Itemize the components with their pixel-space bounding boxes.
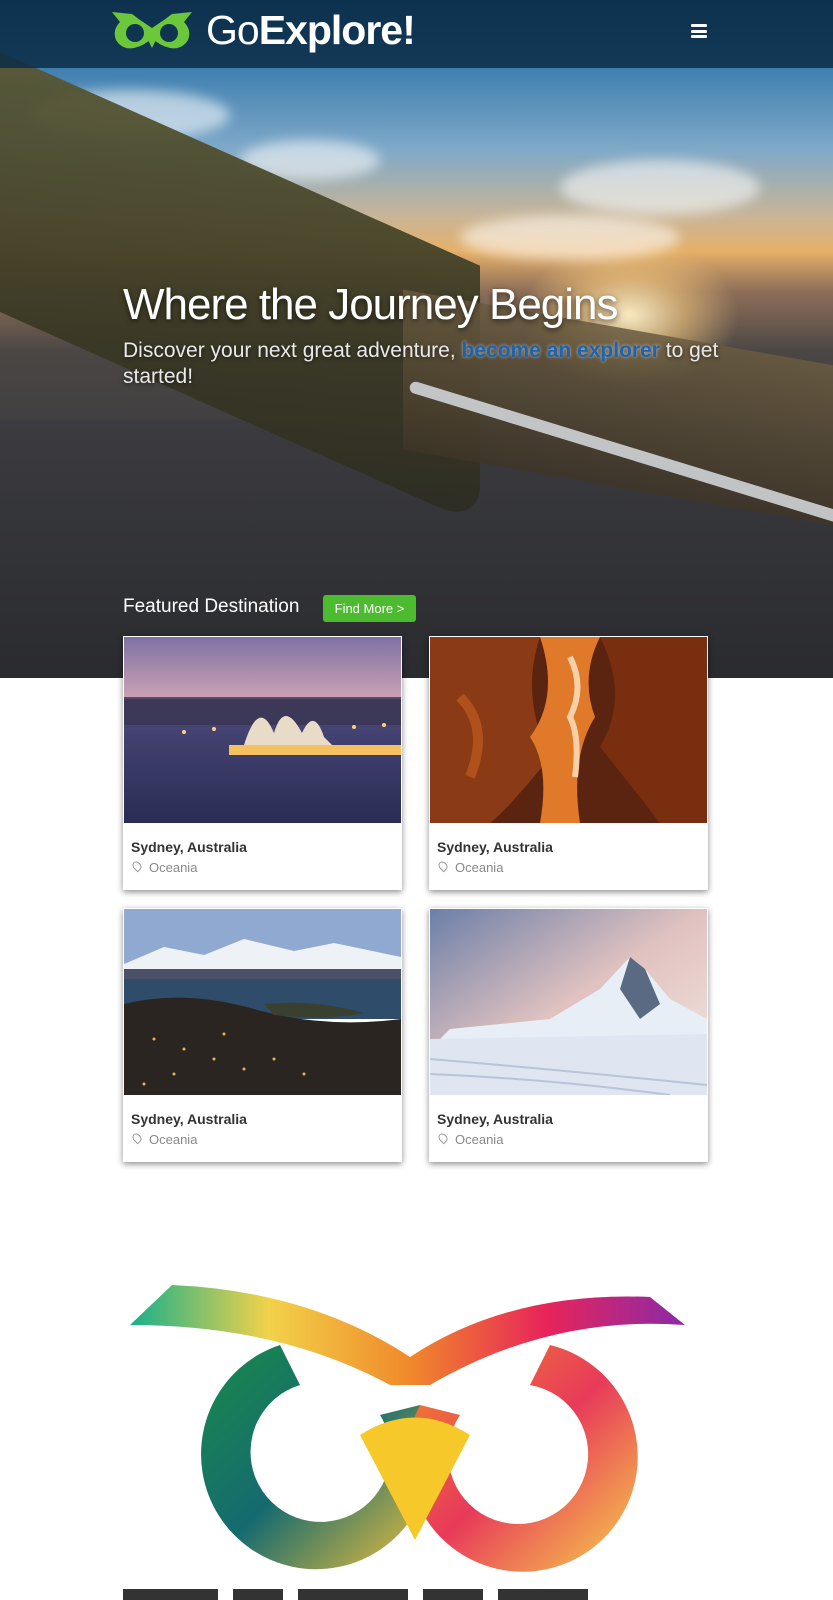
sydney-opera-house-photo [124,637,401,823]
owl-logo-icon [112,12,192,49]
brand-name-suffix: Explore! [258,7,416,53]
card-region: Oceania [130,1131,198,1147]
location-pin-icon [130,859,144,873]
card-region-label: Oceania [149,860,198,875]
lakeside-town-mountains-photo [124,909,401,1095]
bottom-cutoff-text [123,1585,723,1600]
card-region-label: Oceania [149,1132,198,1147]
card-region: Oceania [130,859,198,875]
card-title: Sydney, Australia [131,1111,247,1127]
brand-name: GoExplore! [206,7,416,53]
hero-cloud [460,215,680,260]
hero-headline: Where the Journey Begins [123,280,619,329]
location-pin-icon [130,1131,144,1145]
card-region: Oceania [436,1131,504,1147]
hero-subline-text: Discover your next great adventure, [123,339,462,362]
snowy-mountain-peak-photo [430,909,707,1095]
owl-logo-large-icon [130,1285,685,1572]
top-navbar: GoExplore! [0,0,833,68]
hero-cloud [560,160,760,215]
card-title: Sydney, Australia [437,839,553,855]
find-more-button[interactable]: Find More > [323,595,416,622]
card-region-label: Oceania [455,1132,504,1147]
destination-card[interactable]: Sydney, Australia Oceania [429,908,708,1162]
destination-card[interactable]: Sydney, Australia Oceania [429,636,708,890]
card-title: Sydney, Australia [131,839,247,855]
featured-heading: Featured Destination [123,596,300,617]
card-region: Oceania [436,859,504,875]
card-region-label: Oceania [455,860,504,875]
slot-canyon-photo [430,637,707,823]
hero-subline: Discover your next great adventure, beco… [123,338,723,390]
site-logo[interactable]: GoExplore! [110,7,416,53]
location-pin-icon [436,1131,450,1145]
location-pin-icon [436,859,450,873]
brand-name-prefix: Go [206,7,260,53]
card-title: Sydney, Australia [437,1111,553,1127]
destination-card[interactable]: Sydney, Australia Oceania [123,636,402,890]
destination-card[interactable]: Sydney, Australia Oceania [123,908,402,1162]
hamburger-menu-icon[interactable] [691,24,707,38]
become-explorer-link[interactable]: become an explorer [462,339,660,362]
